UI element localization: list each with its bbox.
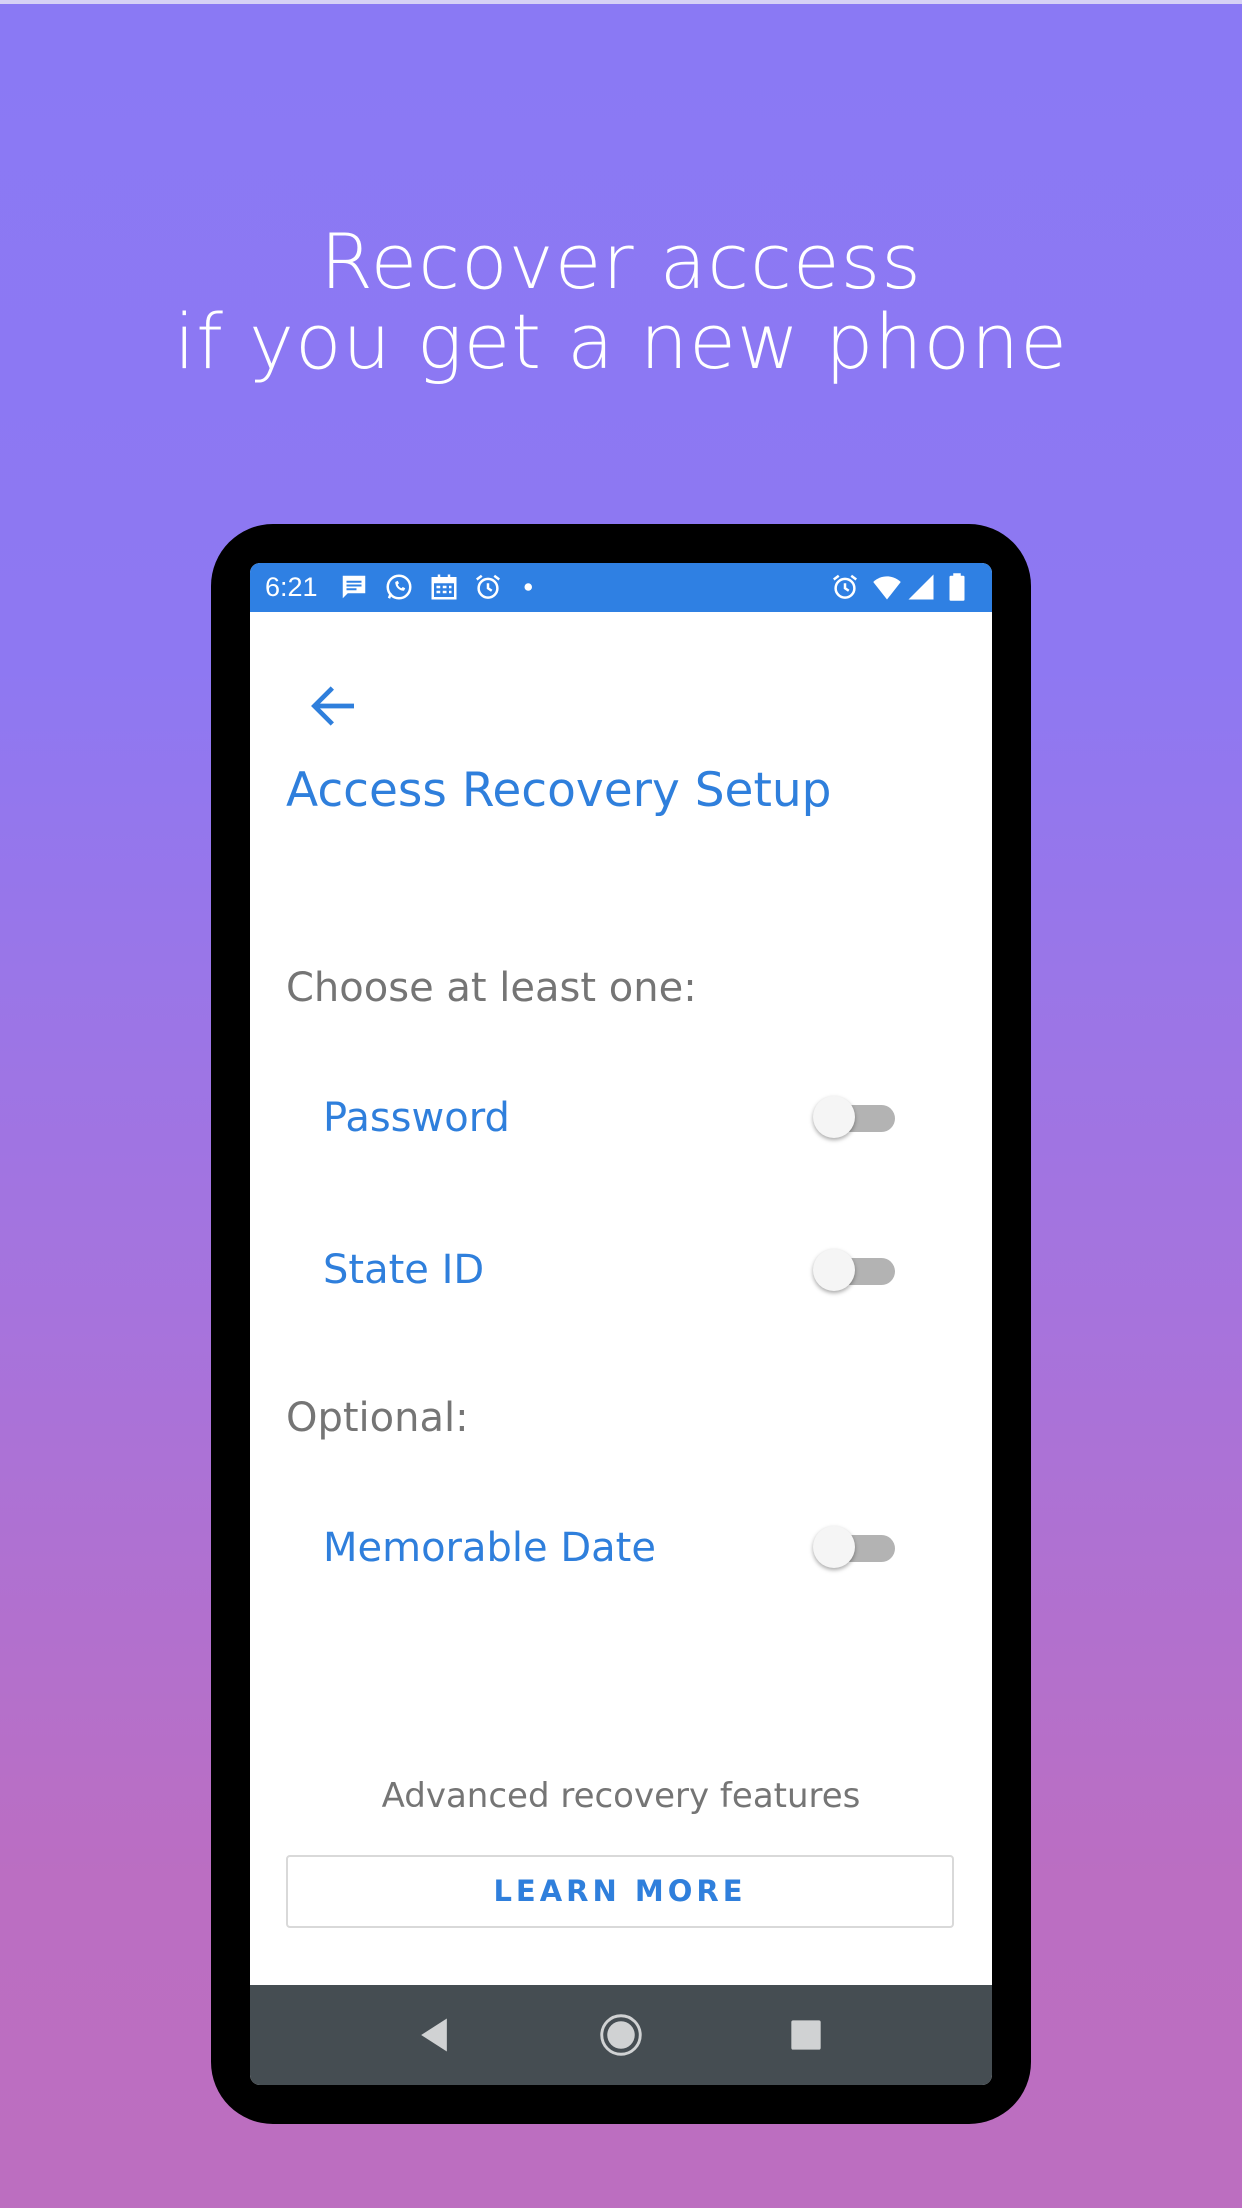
toggle-thumb xyxy=(813,1526,855,1568)
memorable-date-toggle[interactable] xyxy=(813,1523,899,1573)
option-state-id-label: State ID xyxy=(323,1247,485,1293)
headline-line-2: if you get a new phone xyxy=(174,297,1068,386)
nav-recents-icon[interactable] xyxy=(784,2013,828,2057)
option-password-label: Password xyxy=(323,1095,510,1141)
dot-icon xyxy=(524,583,532,591)
status-bar: 6:21 xyxy=(250,563,992,612)
calendar-icon xyxy=(431,574,457,600)
status-time: 6:21 xyxy=(265,572,318,602)
top-edge-line xyxy=(0,0,1242,4)
headline-line-1: Recover access xyxy=(320,217,922,306)
advanced-recovery-text: Advanced recovery features xyxy=(381,1776,861,1816)
page-title: Access Recovery Setup xyxy=(286,763,832,818)
option-memorable-date-label: Memorable Date xyxy=(323,1525,656,1571)
back-arrow-icon[interactable] xyxy=(305,678,361,734)
battery-icon xyxy=(949,573,965,601)
nav-home-icon[interactable] xyxy=(599,2013,643,2057)
optional-section-label: Optional: xyxy=(286,1395,469,1441)
message-icon xyxy=(342,575,366,599)
alarm-icon xyxy=(833,574,857,599)
signal-icon xyxy=(908,574,934,600)
toggle-thumb xyxy=(813,1249,855,1291)
nav-back-icon[interactable] xyxy=(412,2013,456,2057)
required-section-label: Choose at least one: xyxy=(286,965,697,1011)
password-toggle[interactable] xyxy=(813,1093,899,1143)
navigation-bar xyxy=(250,1985,992,2085)
alarm-icon xyxy=(476,574,500,599)
state-id-toggle[interactable] xyxy=(813,1246,899,1296)
phone-screen: 6:21 Access Recovery Setup Choose at lea… xyxy=(250,563,992,2085)
wifi-icon xyxy=(873,576,901,600)
toggle-thumb xyxy=(813,1096,855,1138)
learn-more-button[interactable]: LEARN MORE xyxy=(286,1855,954,1928)
whatsapp-icon xyxy=(386,574,412,600)
